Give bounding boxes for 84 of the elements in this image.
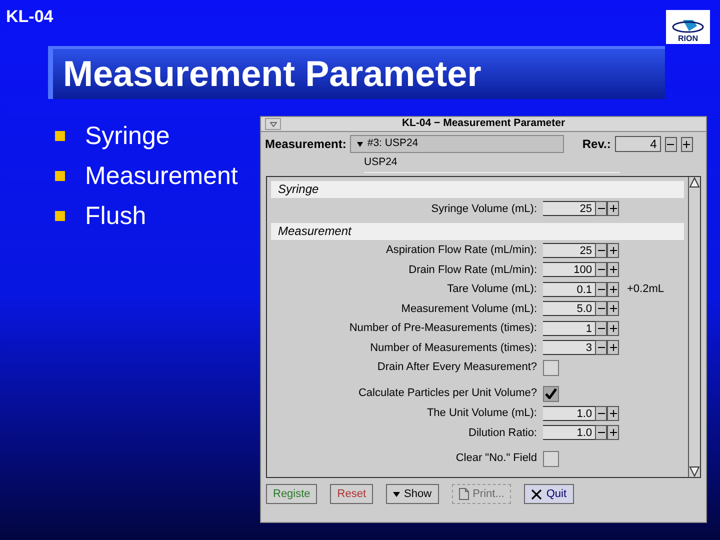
rev-label: Rev.: xyxy=(582,136,611,153)
number-field[interactable]: 5.0 xyxy=(543,301,595,316)
caret-icon xyxy=(270,122,276,126)
checkbox-label: Drain After Every Measurement? xyxy=(376,360,538,376)
bullet-text: Flush xyxy=(85,201,146,232)
plus-icon xyxy=(610,410,616,417)
plus-button[interactable] xyxy=(607,406,619,421)
field-label: Dilution Ratio: xyxy=(468,426,538,440)
minus-button[interactable] xyxy=(595,320,607,336)
checkbox[interactable] xyxy=(543,386,559,402)
minus-button[interactable] xyxy=(595,406,607,421)
plus-button[interactable] xyxy=(607,301,619,316)
minus-button[interactable] xyxy=(595,425,607,440)
field-label: Number of Pre-Measurements (times): xyxy=(348,321,538,336)
field-label: Number of Measurements (times): xyxy=(369,340,538,356)
field-label: The Unit Volume (mL): xyxy=(426,406,538,421)
number-field[interactable]: 0.1 xyxy=(543,282,595,297)
number-field[interactable]: 100 xyxy=(543,262,595,278)
plus-button[interactable] xyxy=(607,425,619,440)
plus-button[interactable] xyxy=(607,262,619,278)
name-field[interactable]: USP24 xyxy=(364,156,620,173)
number-field[interactable]: 1.0 xyxy=(543,425,595,440)
plus-icon xyxy=(683,140,690,148)
minus-button[interactable] xyxy=(595,262,607,278)
rev-field[interactable]: 4 xyxy=(614,136,661,152)
section-header: Measurement xyxy=(271,222,684,240)
checkmark-icon xyxy=(545,388,557,399)
minus-button[interactable] xyxy=(595,282,607,297)
bullet-icon xyxy=(55,171,65,181)
field-label: Drain Flow Rate (mL/min): xyxy=(408,262,538,278)
plus-button[interactable] xyxy=(680,136,693,152)
scrollbar[interactable] xyxy=(688,177,700,477)
slide-header: KL-04 xyxy=(6,6,54,28)
caret-icon xyxy=(357,142,364,146)
number-field[interactable]: 25 xyxy=(543,242,595,258)
document-icon xyxy=(458,488,469,500)
caret-icon xyxy=(393,492,400,496)
minus-button[interactable] xyxy=(664,136,677,152)
minus-button[interactable] xyxy=(595,242,607,258)
plus-icon xyxy=(610,266,616,274)
show-button[interactable]: Show xyxy=(386,484,439,504)
plus-icon xyxy=(610,344,616,352)
number-field[interactable]: 3 xyxy=(543,340,595,356)
checkbox[interactable] xyxy=(543,360,559,376)
field-label: Aspiration Flow Rate (mL/min): xyxy=(385,243,538,258)
plus-icon xyxy=(610,324,616,332)
number-field[interactable]: 1.0 xyxy=(543,406,595,421)
field-label: Measurement Volume (mL): xyxy=(400,302,538,316)
bullet-text: Measurement xyxy=(85,161,238,192)
plus-button[interactable] xyxy=(607,201,619,216)
bullet-text: Syringe xyxy=(85,121,170,152)
checkbox[interactable] xyxy=(543,450,559,466)
plus-button[interactable] xyxy=(607,282,619,297)
plus-icon xyxy=(610,286,616,293)
number-field[interactable]: 1 xyxy=(543,320,595,336)
plus-icon xyxy=(610,429,616,436)
window-menu-button[interactable] xyxy=(265,118,281,130)
measurement-dropdown[interactable]: #3: USP24 xyxy=(350,135,564,153)
section-header: Syringe xyxy=(271,181,684,198)
minus-button[interactable] xyxy=(595,201,607,216)
window-title: KL-04 − Measurement Parameter xyxy=(402,116,566,132)
plus-icon xyxy=(610,305,616,312)
field-label: Syringe Volume (mL): xyxy=(430,202,538,216)
bullet-icon xyxy=(55,211,65,221)
bullet-icon xyxy=(55,131,65,141)
minus-button[interactable] xyxy=(595,301,607,316)
plus-button[interactable] xyxy=(607,242,619,258)
logo-text: RION xyxy=(678,34,698,43)
number-field[interactable]: 25 xyxy=(543,201,595,216)
plus-button[interactable] xyxy=(607,340,619,356)
checkbox-label: Calculate Particles per Unit Volume? xyxy=(357,386,538,402)
plus-button[interactable] xyxy=(607,320,619,336)
close-icon xyxy=(531,488,542,500)
field-label: Tare Volume (mL): xyxy=(446,282,538,297)
slide-title: Measurement Parameter xyxy=(63,56,482,92)
note-text: +0.2mL xyxy=(627,282,664,297)
minus-button[interactable] xyxy=(595,340,607,356)
measurement-label: Measurement: xyxy=(265,136,346,153)
logo-icon xyxy=(671,18,705,34)
reset-button[interactable]: Reset xyxy=(330,484,374,504)
plus-icon xyxy=(610,205,616,212)
plus-icon xyxy=(610,246,616,254)
checkbox-label: Clear "No." Field xyxy=(454,451,538,466)
quit-button[interactable]: Quit xyxy=(524,484,574,504)
